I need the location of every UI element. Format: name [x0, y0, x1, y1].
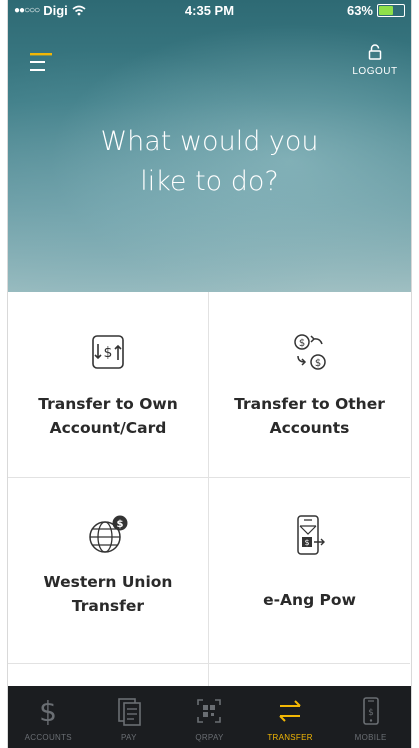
- tab-pay[interactable]: PAY: [89, 686, 170, 748]
- tab-transfer[interactable]: TRANSFER: [250, 686, 331, 748]
- bill-icon: [118, 698, 141, 726]
- dollar-icon: $: [39, 696, 57, 726]
- page-title: What would you like to do?: [100, 126, 319, 197]
- tile-transfer-other[interactable]: $ $ Transfer to Other Accounts: [209, 292, 410, 478]
- tile-icon-wrap: $: [8, 330, 208, 374]
- action-grid: $ Transfer to Own Account/Card $ $ Trans…: [8, 292, 411, 686]
- logout-label: LOGOUT: [352, 66, 398, 77]
- logout-button[interactable]: LOGOUT: [349, 44, 401, 77]
- tile-transfer-own[interactable]: $ Transfer to Own Account/Card: [8, 292, 209, 478]
- mobile-icon: $: [362, 697, 379, 725]
- tab-icon-wrap: $: [330, 696, 411, 726]
- battery-icon: [377, 4, 405, 17]
- battery-level: [379, 6, 393, 15]
- tile-label: e-Ang Pow: [263, 591, 356, 609]
- tab-label: ACCOUNTS: [24, 733, 72, 742]
- globe-dollar-icon: $: [89, 515, 128, 553]
- tile-label: Western Union Transfer: [43, 573, 173, 615]
- transfer-other-icon: $ $: [293, 334, 326, 370]
- hero-header: ●●○○○ Digi 4:35 PM 63% LOGOUT What would…: [8, 0, 411, 292]
- tab-label: PAY: [121, 733, 137, 742]
- app-screen: ●●○○○ Digi 4:35 PM 63% LOGOUT What would…: [8, 0, 411, 748]
- tile-icon-wrap: $: [209, 512, 410, 556]
- tile-icon-wrap: $ $: [209, 330, 410, 374]
- lock-icon: [368, 44, 382, 60]
- phone-envelope-icon: $: [296, 515, 325, 555]
- tab-icon-wrap: $: [8, 696, 89, 726]
- tile-e-ang-pow[interactable]: $ e-Ang Pow: [209, 478, 410, 664]
- tab-icon-wrap: [89, 696, 170, 726]
- tab-accounts[interactable]: $ ACCOUNTS: [8, 686, 89, 748]
- tab-label: QRPAY: [195, 733, 224, 742]
- transfer-arrows-icon: [279, 700, 301, 722]
- svg-text:$: $: [298, 338, 304, 349]
- hamburger-icon: [30, 53, 52, 71]
- tab-mobile[interactable]: $ MOBILE: [330, 686, 411, 748]
- qr-scan-icon: [197, 699, 222, 723]
- tile-label: Transfer to Other Accounts: [234, 395, 385, 437]
- tile-icon-wrap: $: [8, 512, 208, 556]
- tab-label: MOBILE: [354, 733, 387, 742]
- svg-text:$: $: [117, 519, 124, 530]
- transfer-own-icon: $: [92, 335, 124, 369]
- svg-text:$: $: [304, 538, 309, 547]
- tab-qrpay[interactable]: QRPAY: [169, 686, 250, 748]
- tab-label: TRANSFER: [267, 733, 313, 742]
- svg-text:$: $: [368, 708, 374, 718]
- tile-label: Transfer to Own Account/Card: [38, 395, 178, 437]
- tab-icon-wrap: [169, 696, 250, 726]
- bottom-tab-bar: $ ACCOUNTS PAY QRPAY TRANSFER $ MOBILE: [8, 686, 411, 748]
- svg-text:$: $: [104, 345, 113, 361]
- battery-percent: 63%: [346, 3, 373, 18]
- next-row-partial: [8, 664, 209, 686]
- menu-button[interactable]: [28, 50, 58, 76]
- svg-text:$: $: [39, 696, 57, 726]
- tab-icon-wrap: [250, 696, 331, 726]
- tile-western-union[interactable]: $ Western Union Transfer: [8, 478, 209, 664]
- status-right: 63%: [347, 3, 405, 18]
- status-bar: ●●○○○ Digi 4:35 PM 63%: [8, 0, 411, 20]
- svg-text:$: $: [314, 358, 320, 369]
